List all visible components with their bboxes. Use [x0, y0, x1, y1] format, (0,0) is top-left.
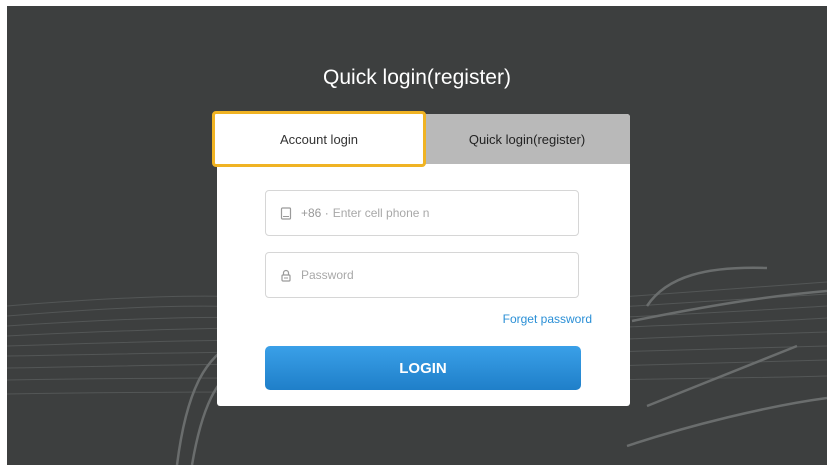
tab-quick-login[interactable]: Quick login(register): [424, 114, 630, 164]
forget-password-link[interactable]: Forget password: [503, 312, 592, 326]
phone-field[interactable]: +86 ·: [265, 190, 579, 236]
password-field[interactable]: [265, 252, 579, 298]
page-title: Quick login(register): [323, 66, 511, 89]
login-panel: Quick login(register) Account login +86 …: [212, 111, 630, 406]
login-button[interactable]: LOGIN: [265, 346, 581, 390]
tab-account-login[interactable]: Account login: [212, 111, 426, 167]
tab-account-login-label: Account login: [279, 131, 359, 147]
country-code-selector[interactable]: +86 ·: [301, 206, 329, 220]
phone-icon: [279, 206, 293, 220]
tab-quick-login-label: Quick login(register): [468, 131, 586, 147]
password-input[interactable]: [301, 268, 578, 282]
lock-icon: [279, 268, 293, 282]
phone-input[interactable]: [332, 206, 578, 220]
